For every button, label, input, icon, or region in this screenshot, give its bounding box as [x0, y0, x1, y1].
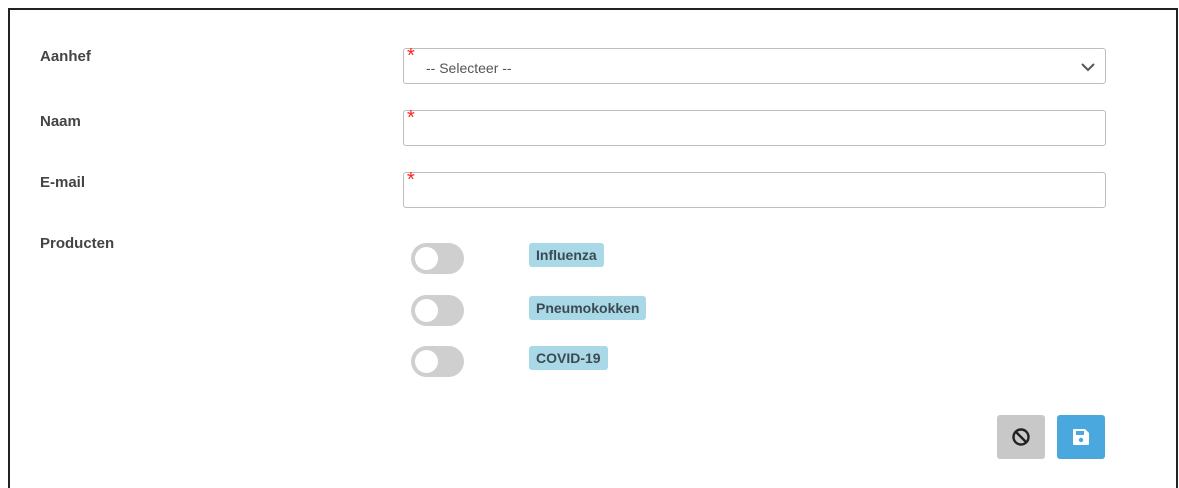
- naam-label: Naam: [40, 113, 81, 130]
- email-input[interactable]: *: [403, 169, 1106, 208]
- product-badge-pneumokokken: Pneumokokken: [529, 296, 647, 320]
- cancel-button[interactable]: [997, 415, 1045, 459]
- toggle-knob: [415, 299, 438, 322]
- toggle-covid-19[interactable]: [411, 346, 464, 377]
- required-marker: *: [407, 107, 415, 129]
- required-marker: *: [407, 169, 415, 191]
- required-marker: *: [407, 45, 415, 67]
- floppy-disk-icon: [1073, 429, 1089, 445]
- save-button[interactable]: [1057, 415, 1105, 459]
- aanhef-label: Aanhef: [40, 48, 91, 65]
- chevron-down-icon: [1081, 63, 1095, 72]
- toggle-influenza[interactable]: [411, 243, 464, 274]
- aanhef-select-value: -- Selecteer --: [426, 60, 512, 76]
- naam-input[interactable]: *: [403, 107, 1106, 146]
- ban-icon: [1012, 428, 1030, 446]
- product-badge-influenza: Influenza: [529, 243, 604, 267]
- toggle-pneumokokken[interactable]: [411, 295, 464, 326]
- product-badge-covid-19: COVID-19: [529, 346, 608, 370]
- toggle-knob: [415, 247, 438, 270]
- email-label: E-mail: [40, 174, 86, 191]
- producten-label: Producten: [40, 235, 115, 252]
- toggle-knob: [415, 350, 438, 373]
- aanhef-select[interactable]: * -- Selecteer --: [403, 45, 1106, 84]
